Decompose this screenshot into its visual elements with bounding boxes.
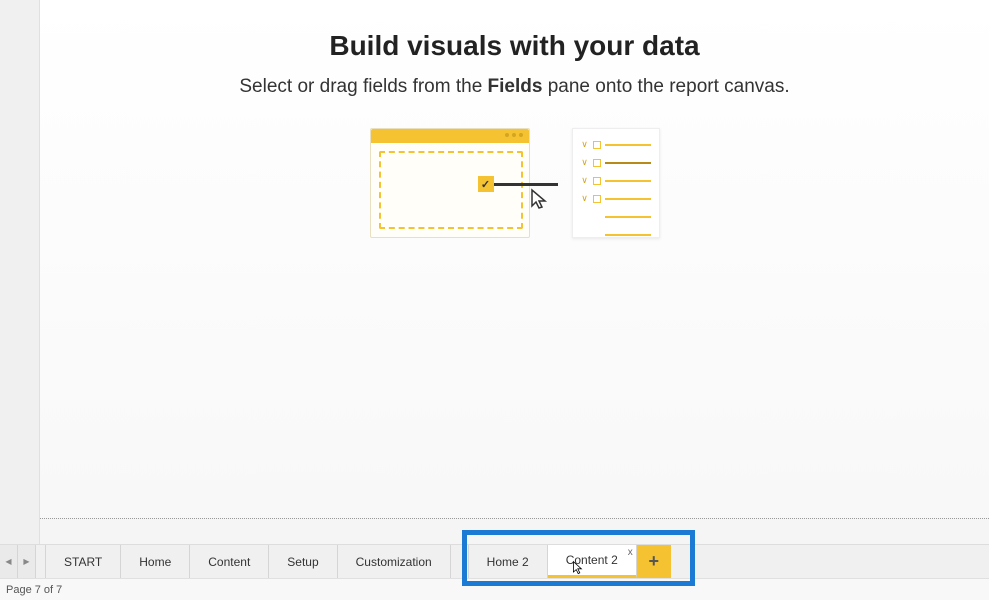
report-canvas[interactable]: Build visuals with your data Select or d… [40, 0, 989, 518]
tab-nav-next[interactable]: ▶ [18, 545, 36, 578]
cursor-icon [528, 188, 552, 212]
empty-state-title: Build visuals with your data [165, 30, 865, 62]
tab-customization[interactable]: Customization [338, 545, 451, 578]
empty-state-illustration: ✓ ∨ ∨ ∨ ∨ ∧ ∧ [370, 128, 660, 248]
tab-nav-prev[interactable]: ◀ [0, 545, 18, 578]
status-bar: Page 7 of 7 [0, 578, 989, 600]
close-icon[interactable]: x [628, 547, 633, 558]
check-icon: ✓ [478, 176, 494, 192]
illustration-fields-panel: ∨ ∨ ∨ ∨ ∧ ∧ [572, 128, 660, 238]
page-indicator: Page 7 of 7 [6, 584, 62, 596]
tab-content[interactable]: Content [190, 545, 269, 578]
left-rail [0, 0, 40, 545]
tab-content-2[interactable]: Content 2 x [548, 545, 637, 578]
tab-home-2[interactable]: Home 2 [469, 545, 548, 578]
empty-state-subtitle: Select or drag fields from the Fields pa… [165, 76, 865, 98]
tab-home[interactable]: Home [121, 545, 190, 578]
page-tabs-bar: ◀ ▶ START Home Content Setup Customizati… [0, 544, 989, 578]
add-page-button[interactable]: + [637, 545, 671, 578]
tab-start[interactable]: START [46, 545, 121, 578]
empty-state: Build visuals with your data Select or d… [165, 30, 865, 253]
canvas-bottom-border [40, 518, 989, 520]
tab-setup[interactable]: Setup [269, 545, 337, 578]
